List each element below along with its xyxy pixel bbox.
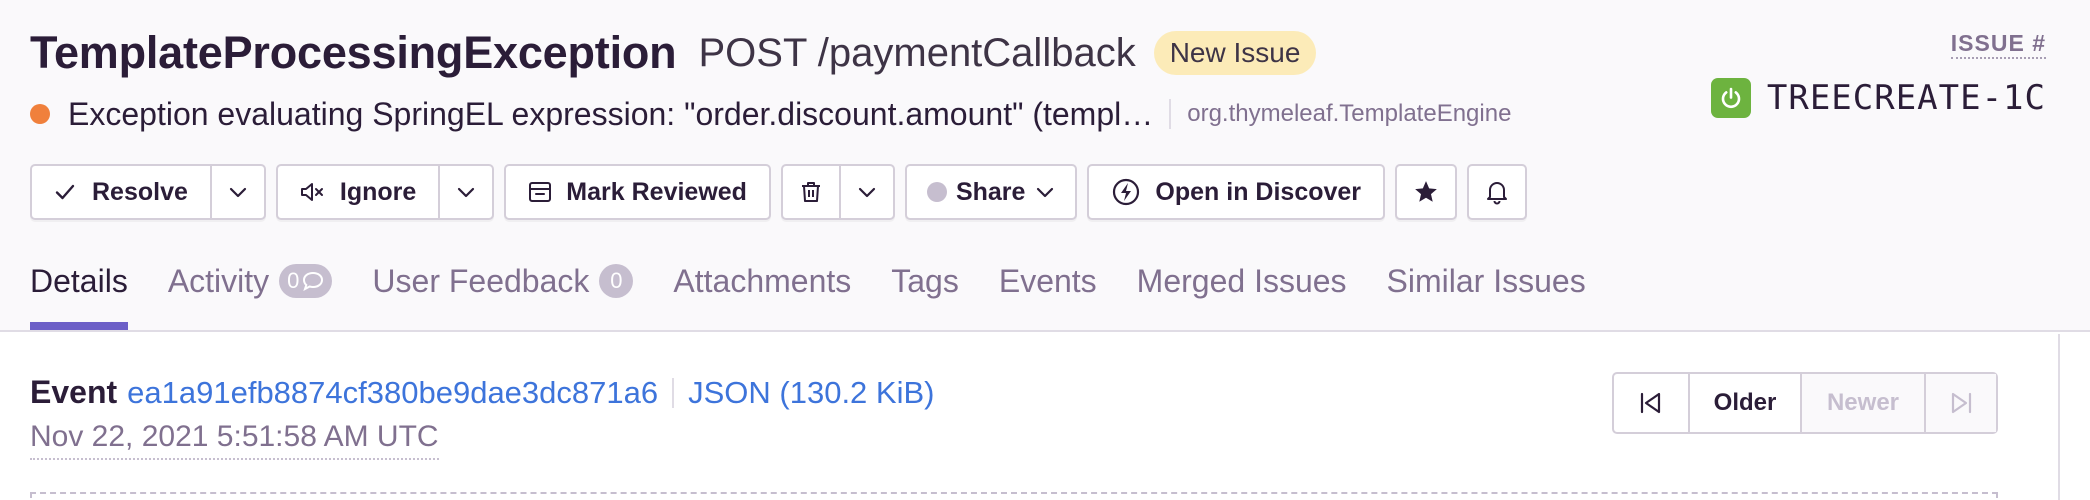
tab-activity[interactable]: Activity 0 — [168, 252, 333, 310]
event-timestamp: Nov 22, 2021 5:51:58 AM UTC — [30, 420, 439, 460]
tab-label: User Feedback — [372, 262, 590, 299]
issue-header: TemplateProcessingException POST /paymen… — [0, 0, 2090, 332]
delete-button[interactable] — [783, 166, 839, 218]
tab-user-feedback[interactable]: User Feedback 0 — [372, 252, 634, 310]
status-badge: New Issue — [1153, 31, 1317, 75]
resolve-label: Resolve — [92, 177, 188, 206]
issue-number-label[interactable]: ISSUE # — [1950, 30, 2046, 59]
share-status-icon — [926, 182, 947, 202]
checkmark-icon — [55, 184, 75, 200]
event-id-row: Event ea1a91efb8874cf380be9dae3dc871a6 J… — [30, 374, 934, 411]
resolve-dropdown-button[interactable] — [209, 166, 264, 218]
tab-label: Similar Issues — [1386, 262, 1586, 299]
event-label: Event — [30, 374, 118, 410]
tab-details[interactable]: Details — [30, 252, 128, 330]
spring-boot-icon — [1710, 78, 1751, 118]
skip-to-last-icon — [1951, 392, 1972, 414]
inbox-icon — [529, 182, 552, 202]
user-feedback-count-badge: 0 — [599, 264, 634, 298]
tab-merged-issues[interactable]: Merged Issues — [1137, 252, 1347, 310]
bookmark-button[interactable] — [1395, 164, 1458, 220]
tab-label: Tags — [891, 262, 959, 299]
chevron-down-icon — [458, 187, 475, 198]
bell-icon — [1487, 182, 1508, 205]
subscribe-button[interactable] — [1467, 164, 1528, 220]
open-in-discover-label: Open in Discover — [1155, 177, 1362, 206]
star-icon — [1415, 181, 1437, 202]
activity-count-badge: 0 — [279, 264, 333, 298]
oldest-event-button[interactable] — [1614, 374, 1688, 432]
divider — [672, 377, 675, 408]
newest-event-button[interactable] — [1924, 374, 1996, 432]
issue-actions-toolbar: Resolve Ignore Mark Reviewed Share Open … — [30, 164, 1528, 220]
ignore-button[interactable]: Ignore — [278, 166, 438, 218]
tab-label: Events — [998, 262, 1097, 299]
activity-count: 0 — [287, 268, 300, 293]
issue-type-title: TemplateProcessingException — [30, 27, 677, 78]
tab-label: Merged Issues — [1136, 262, 1347, 299]
error-level-indicator — [30, 104, 50, 124]
mark-reviewed-button[interactable]: Mark Reviewed — [504, 164, 771, 220]
newer-event-button[interactable]: Newer — [1800, 374, 1924, 432]
ignore-label: Ignore — [339, 177, 417, 206]
share-button[interactable]: Share — [904, 164, 1078, 220]
delete-dropdown-button[interactable] — [838, 166, 893, 218]
issue-tabs: Details Activity 0 User Feedback 0 Attac… — [30, 252, 1626, 332]
skip-to-first-icon — [1640, 392, 1661, 414]
issue-title-row: TemplateProcessingException POST /paymen… — [30, 26, 1317, 80]
tab-attachments[interactable]: Attachments — [673, 252, 851, 310]
issue-transaction: POST /paymentCallback — [698, 30, 1136, 75]
trash-icon — [801, 182, 820, 202]
chevron-down-icon — [858, 187, 876, 198]
event-id-link[interactable]: ea1a91efb8874cf380be9dae3dc871a6 — [127, 375, 658, 411]
event-json-link[interactable]: JSON (130.2 KiB) — [688, 375, 934, 411]
comment-icon — [303, 271, 324, 291]
tab-label: Details — [30, 262, 128, 299]
issue-short-id[interactable]: TREECREATE-1C — [1710, 78, 2046, 118]
open-in-discover-button[interactable]: Open in Discover — [1087, 164, 1386, 220]
mute-icon — [300, 183, 323, 201]
tab-tags[interactable]: Tags — [891, 252, 959, 310]
chevron-down-icon — [1037, 187, 1054, 198]
tab-label: Attachments — [673, 262, 852, 299]
issue-message: Exception evaluating SpringEL expression… — [68, 95, 1154, 132]
short-id-text: TREECREATE-1C — [1766, 78, 2046, 118]
mark-reviewed-label: Mark Reviewed — [566, 177, 747, 206]
tab-events[interactable]: Events — [999, 252, 1097, 310]
ignore-button-group: Ignore — [275, 164, 495, 220]
tab-similar-issues[interactable]: Similar Issues — [1387, 252, 1586, 310]
issue-culprit: org.thymeleaf.TemplateEngine — [1187, 100, 1512, 127]
older-event-button[interactable]: Older — [1688, 374, 1800, 432]
discover-icon — [1113, 178, 1140, 206]
chevron-down-icon — [229, 187, 246, 198]
event-entries-container — [30, 492, 1998, 500]
ignore-dropdown-button[interactable] — [438, 166, 492, 218]
divider — [1169, 99, 1172, 129]
issue-message-row: Exception evaluating SpringEL expression… — [30, 92, 1511, 136]
event-pagination: Older Newer — [1612, 372, 1998, 434]
resolve-button[interactable]: Resolve — [32, 166, 210, 218]
delete-button-group — [780, 164, 895, 220]
event-details-panel: Event ea1a91efb8874cf380be9dae3dc871a6 J… — [0, 334, 2060, 500]
tab-label: Activity — [167, 262, 270, 299]
share-label: Share — [955, 177, 1026, 206]
resolve-button-group: Resolve — [30, 164, 266, 220]
